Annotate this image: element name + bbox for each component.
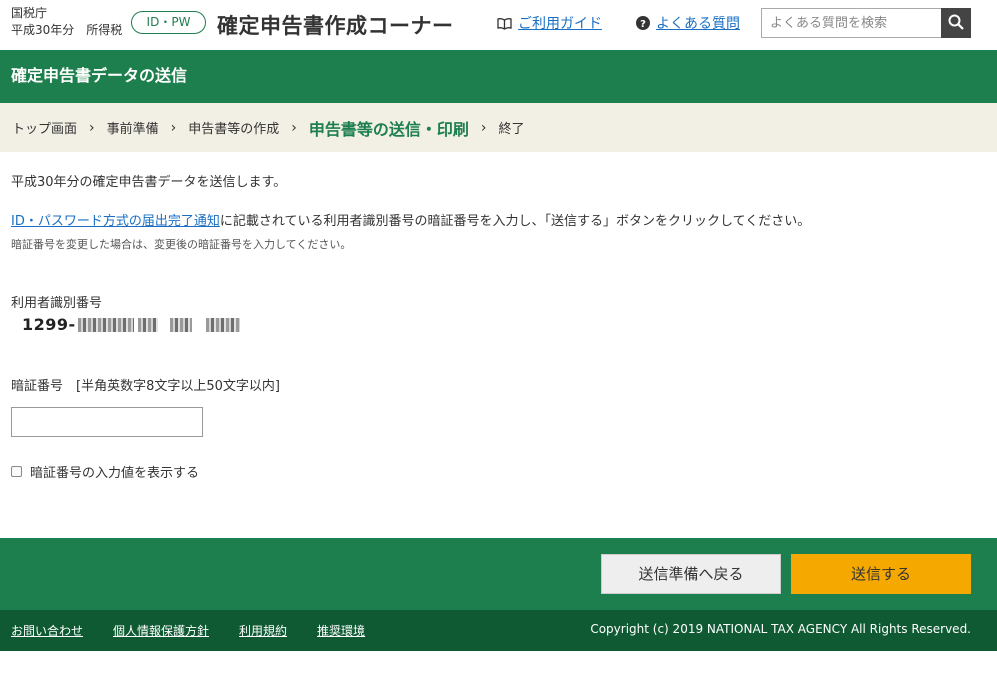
svg-text:?: ?: [640, 19, 646, 30]
breadcrumb-item-current: 申告書等の送信・印刷: [308, 119, 469, 139]
agency-label: 国税庁 平成30年分 所得税: [11, 5, 122, 39]
search-button[interactable]: [941, 8, 971, 38]
book-icon: [497, 17, 512, 30]
action-bar: 送信準備へ戻る 送信する: [0, 538, 997, 610]
copyright: Copyright (c) 2019 NATIONAL TAX AGENCY A…: [590, 622, 971, 636]
site-header: 国税庁 平成30年分 所得税 ID・PW 確定申告書作成コーナー ご利用ガイド …: [0, 0, 997, 50]
site-footer: お問い合わせ 個人情報保護方針 利用規約 推奨環境 Copyright (c) …: [0, 610, 997, 651]
masked-id-segment: [205, 317, 240, 332]
masked-id-segment: [77, 317, 134, 332]
notice-link[interactable]: ID・パスワード方式の届出完了通知: [11, 214, 220, 229]
faq-search-input[interactable]: [761, 8, 941, 38]
pin-input[interactable]: [11, 407, 203, 437]
footer-link-contact[interactable]: お問い合わせ: [11, 622, 83, 639]
guide-link[interactable]: ご利用ガイド: [497, 13, 602, 33]
question-icon: ?: [636, 16, 650, 30]
send-button[interactable]: 送信する: [791, 554, 971, 594]
instruction-text: ID・パスワード方式の届出完了通知に記載されている利用者識別番号の暗証番号を入力…: [11, 210, 810, 229]
auth-method-badge: ID・PW: [131, 11, 206, 34]
breadcrumb-separator: ›: [89, 119, 95, 136]
pin-label: 暗証番号 [半角英数字8文字以上50文字以内]: [11, 379, 280, 394]
breadcrumb-item-end: 終了: [498, 122, 525, 137]
footer-link-terms[interactable]: 利用規約: [239, 622, 287, 639]
breadcrumb-item-create: 申告書等の作成: [188, 122, 280, 137]
masked-id-segment: [137, 317, 158, 332]
breadcrumb-separator: ›: [291, 119, 297, 136]
checkbox-box[interactable]: [11, 466, 22, 477]
user-id-label: 利用者識別番号: [11, 296, 103, 311]
agency-name: 国税庁: [11, 6, 48, 20]
app-title: 確定申告書作成コーナー: [217, 14, 454, 38]
user-id-prefix: 1299-: [22, 315, 76, 334]
page-title: 確定申告書データの送信: [0, 50, 997, 103]
user-id-value: 1299-: [22, 315, 240, 334]
masked-id-segment: [169, 317, 192, 332]
intro-text: 平成30年分の確定申告書データを送信します。: [11, 175, 287, 190]
breadcrumb-item-top: トップ画面: [12, 122, 78, 137]
pin-change-note: 暗証番号を変更した場合は、変更後の暗証番号を入力してください。: [11, 238, 352, 251]
show-pin-checkbox[interactable]: 暗証番号の入力値を表示する: [11, 462, 199, 481]
faq-link[interactable]: ? よくある質問: [636, 13, 740, 33]
breadcrumb-item-preparation: 事前準備: [106, 122, 159, 137]
faq-search: [761, 8, 971, 38]
faq-link-label[interactable]: よくある質問: [656, 13, 740, 33]
tax-year: 平成30年分 所得税: [11, 23, 123, 37]
guide-link-label[interactable]: ご利用ガイド: [518, 13, 602, 33]
instruction-body: に記載されている利用者識別番号の暗証番号を入力し、「送信する」ボタンをクリックし…: [219, 214, 811, 229]
show-pin-label[interactable]: 暗証番号の入力値を表示する: [30, 462, 199, 481]
breadcrumb: トップ画面 › 事前準備 › 申告書等の作成 › 申告書等の送信・印刷 › 終了: [0, 103, 997, 152]
footer-link-environment[interactable]: 推奨環境: [317, 622, 365, 639]
footer-link-privacy[interactable]: 個人情報保護方針: [113, 622, 209, 639]
search-icon: [948, 14, 964, 33]
back-to-preparation-button[interactable]: 送信準備へ戻る: [601, 554, 781, 594]
breadcrumb-separator: ›: [480, 119, 487, 136]
breadcrumb-separator: ›: [170, 119, 177, 136]
